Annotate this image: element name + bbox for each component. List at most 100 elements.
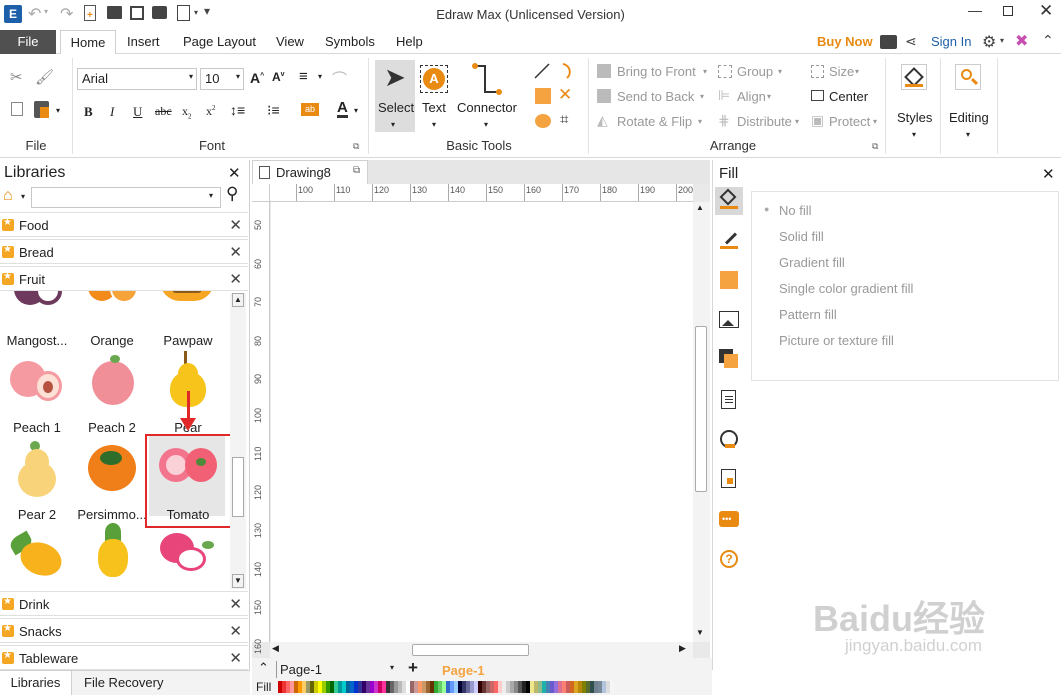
hyperlink-tab-icon[interactable] <box>720 430 738 448</box>
protect-button[interactable]: Protect <box>829 114 870 129</box>
add-page-icon[interactable]: + <box>408 658 418 678</box>
canvas-horizontal-scrollbar[interactable]: ◀ ▶ <box>270 642 693 658</box>
protect-icon[interactable]: ▣ <box>811 112 824 129</box>
bold-icon[interactable]: B <box>84 104 93 120</box>
layer-tab-icon[interactable] <box>719 349 739 369</box>
strikethrough-icon[interactable]: abc <box>155 104 172 119</box>
pawpaw-shape[interactable] <box>158 291 218 321</box>
category-close-icon[interactable]: ✕ <box>229 270 242 288</box>
text-direction-icon[interactable]: ⌒ <box>332 68 347 89</box>
buy-now-link[interactable]: Buy Now <box>817 34 873 49</box>
text-align-dropdown-icon[interactable]: ▾ <box>318 72 322 81</box>
cut-icon[interactable]: ✂ <box>10 68 23 86</box>
fill-option-single-gradient[interactable]: Single color gradient fill <box>779 281 913 296</box>
add-ins-icon[interactable]: ✖ <box>1015 31 1028 51</box>
close-icon[interactable]: ✕ <box>1039 1 1053 21</box>
fill-option-no-fill[interactable]: No fill <box>779 203 812 218</box>
rotate-flip-icon[interactable]: ◭ <box>597 112 608 129</box>
text-align-icon[interactable]: ≡ <box>299 68 308 85</box>
grow-font-icon[interactable]: A^ <box>250 70 264 86</box>
send-to-back-icon[interactable] <box>597 89 611 103</box>
page-select[interactable]: Page-1 ▾ <box>276 661 396 678</box>
size-icon[interactable] <box>811 65 824 78</box>
document-tab-close-icon[interactable]: ⧉ <box>353 165 360 176</box>
arc-icon[interactable] <box>559 62 577 80</box>
distribute-button[interactable]: Distribute <box>737 114 792 129</box>
pineapple-1-shape[interactable] <box>7 529 67 582</box>
category-close-icon[interactable]: ✕ <box>229 649 242 667</box>
bullets-icon[interactable]: ⁝≡ <box>267 102 280 119</box>
scroll-down-icon[interactable]: ▼ <box>232 574 244 588</box>
library-category-drink[interactable]: Drink ✕ <box>0 591 248 616</box>
size-dropdown-icon[interactable]: ▾ <box>855 67 859 76</box>
superscript-icon[interactable]: x2 <box>206 104 216 119</box>
canvas-vertical-scrollbar[interactable]: ▲ ▼ <box>693 202 710 642</box>
scroll-thumb[interactable] <box>695 326 707 492</box>
fill-option-pattern[interactable]: Pattern fill <box>779 307 837 322</box>
rectangle-icon[interactable] <box>535 88 551 104</box>
pear-2-shape[interactable] <box>16 439 58 499</box>
library-category-fruit[interactable]: Fruit ✕ <box>0 266 248 291</box>
tab-symbols[interactable]: Symbols <box>325 34 375 49</box>
line-icon[interactable] <box>533 62 551 80</box>
page-tab-active[interactable]: Page-1 <box>442 663 485 678</box>
editing-button[interactable]: Editing ▾ <box>946 60 994 150</box>
send-to-back-dropdown-icon[interactable]: ▾ <box>700 92 704 101</box>
underline-icon[interactable]: U <box>133 104 142 120</box>
bring-to-front-button[interactable]: Bring to Front <box>617 64 696 79</box>
center-button[interactable]: Center <box>829 89 868 104</box>
comment-tab-icon[interactable]: ••• <box>719 511 739 527</box>
arrange-dialog-launcher-icon[interactable]: ⧉ <box>872 141 878 152</box>
copy-icon[interactable] <box>11 102 23 116</box>
peach-1-shape[interactable] <box>8 357 66 411</box>
tab-help[interactable]: Help <box>396 34 423 49</box>
tab-view[interactable]: View <box>276 34 304 49</box>
styles-button[interactable]: Styles ▾ <box>893 60 937 150</box>
tab-page-layout[interactable]: Page Layout <box>183 34 256 49</box>
help-tab-icon[interactable]: ? <box>720 550 738 568</box>
font-color-icon[interactable]: A <box>337 100 348 118</box>
libraries-close-icon[interactable]: ✕ <box>228 164 241 182</box>
category-close-icon[interactable]: ✕ <box>229 216 242 234</box>
select-tool-button[interactable]: ➤ Select ▾ <box>375 60 415 132</box>
page-tab-icon[interactable] <box>721 390 736 409</box>
drawing-canvas[interactable] <box>271 202 693 642</box>
send-to-back-button[interactable]: Send to Back <box>617 89 694 104</box>
maximize-icon[interactable] <box>1003 6 1013 16</box>
library-search-input[interactable] <box>31 187 221 208</box>
fill-option-picture[interactable]: Picture or texture fill <box>779 333 894 348</box>
font-dialog-launcher-icon[interactable]: ⧉ <box>353 141 359 152</box>
scroll-up-icon[interactable]: ▲ <box>696 203 704 212</box>
scroll-thumb[interactable] <box>412 644 529 656</box>
category-close-icon[interactable]: ✕ <box>229 622 242 640</box>
image-tab-icon[interactable] <box>719 311 739 328</box>
fill-option-solid[interactable]: Solid fill <box>779 229 824 244</box>
peach-2-shape[interactable] <box>90 355 136 411</box>
group-icon[interactable] <box>718 65 732 78</box>
tab-insert[interactable]: Insert <box>127 34 160 49</box>
orange-shape[interactable] <box>86 291 142 323</box>
scroll-down-icon[interactable]: ▼ <box>696 628 704 637</box>
library-search-icon[interactable]: ⚲ <box>226 184 238 204</box>
category-close-icon[interactable]: ✕ <box>229 595 242 613</box>
minimize-icon[interactable]: — <box>968 2 982 18</box>
format-painter-icon[interactable]: 🖌 <box>35 68 54 86</box>
font-size-combo[interactable]: 10 ▾ <box>200 68 244 90</box>
scroll-thumb[interactable] <box>232 457 244 517</box>
connector-tool-button[interactable]: Connector ▾ <box>455 60 519 132</box>
pineapple-2-shape[interactable] <box>96 523 130 581</box>
cart-icon[interactable] <box>880 35 897 49</box>
text-block-icon[interactable]: ab <box>301 103 319 116</box>
tab-file-recovery[interactable]: File Recovery <box>84 675 163 690</box>
line-tab-icon[interactable] <box>720 231 738 249</box>
fill-panel-close-icon[interactable]: ✕ <box>1042 165 1055 183</box>
page-collapse-icon[interactable]: ⌃ <box>258 660 269 676</box>
dragon-fruit-shape[interactable] <box>158 531 218 575</box>
fill-tab-icon[interactable] <box>715 187 743 215</box>
tab-libraries[interactable]: Libraries <box>0 671 72 695</box>
library-category-snacks[interactable]: Snacks ✕ <box>0 618 248 643</box>
mangosteen-shape[interactable] <box>8 291 64 323</box>
rotate-flip-dropdown-icon[interactable]: ▾ <box>698 117 702 126</box>
group-dropdown-icon[interactable]: ▾ <box>778 67 782 76</box>
size-button[interactable]: Size <box>829 64 854 79</box>
